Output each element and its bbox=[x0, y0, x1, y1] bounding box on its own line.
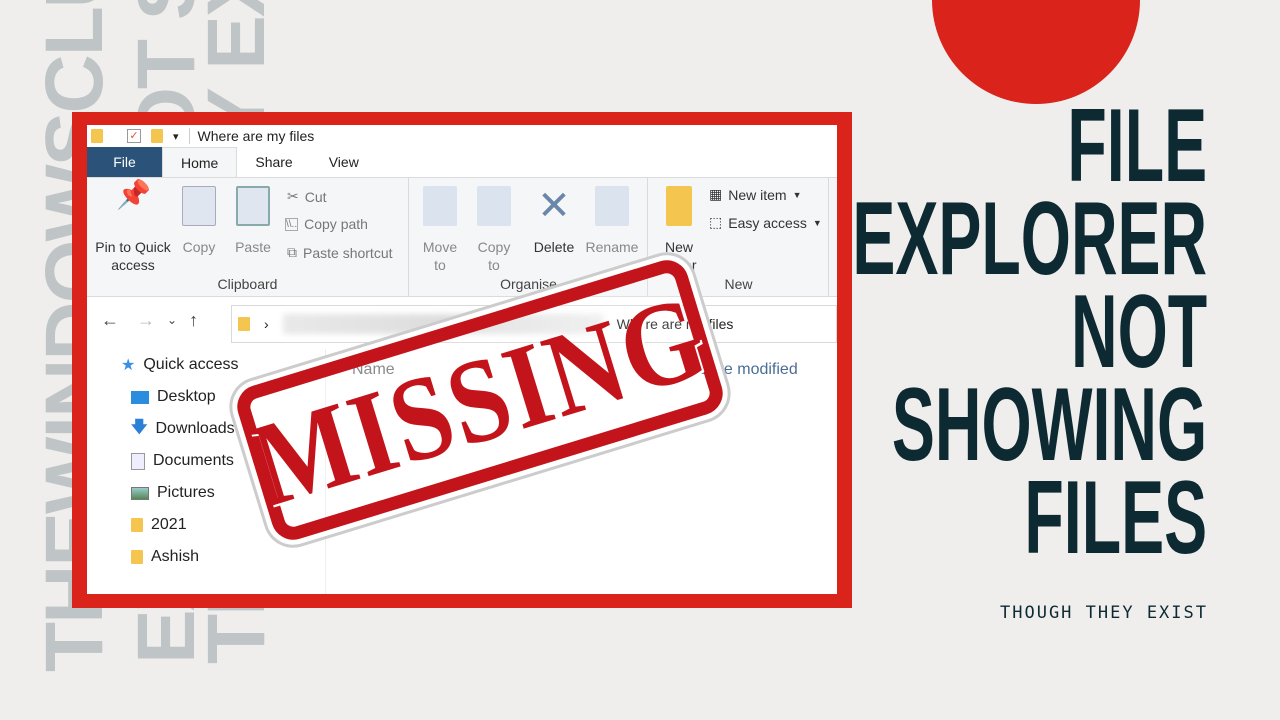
folder-icon bbox=[91, 129, 103, 143]
folder-icon bbox=[131, 550, 143, 564]
ribbon-tabs: File Home Share View bbox=[87, 147, 837, 177]
back-arrow-icon[interactable]: ← bbox=[101, 310, 119, 331]
rename-icon bbox=[595, 186, 629, 226]
window-title: Where are my files bbox=[188, 128, 314, 144]
copy-path-button[interactable]: \\.. Copy path bbox=[285, 216, 368, 232]
tab-home[interactable]: Home bbox=[162, 147, 238, 177]
headline-line: SHOWING bbox=[891, 367, 1207, 483]
desktop-icon bbox=[131, 390, 149, 404]
pin-icon: 📌 bbox=[116, 179, 151, 210]
paste-shortcut-icon: ⧉ bbox=[287, 244, 297, 260]
headline-line: FILE bbox=[1067, 88, 1207, 204]
copy-path-icon: \\.. bbox=[285, 217, 299, 231]
copy-icon bbox=[182, 186, 216, 226]
easy-access-button[interactable]: ⬚ Easy access ▼ bbox=[709, 214, 822, 231]
new-item-icon: ▦ bbox=[709, 186, 723, 202]
ribbon: 📌 Pin to Quick access Copy Paste ✂ Cut \\.… bbox=[87, 177, 837, 297]
cut-button[interactable]: ✂ Cut bbox=[287, 188, 327, 205]
delete-x-icon: ✕ bbox=[537, 184, 571, 228]
headline-line: FILES bbox=[1024, 460, 1207, 576]
quick-access-toolbar: ✓ ▾ Where are my files bbox=[87, 125, 837, 147]
copy-to-icon bbox=[477, 186, 511, 226]
properties-checkbox-icon[interactable]: ✓ bbox=[127, 129, 141, 143]
tab-view[interactable]: View bbox=[311, 147, 377, 177]
pin-to-quick-access-button[interactable]: 📌 Pin to Quick access bbox=[93, 179, 173, 274]
customize-dropdown-icon[interactable]: ▾ bbox=[173, 130, 179, 143]
documents-icon bbox=[131, 452, 145, 470]
new-item-button[interactable]: ▦ New item ▼ bbox=[709, 186, 802, 203]
headline-line: EXPLORER bbox=[852, 181, 1207, 297]
tab-share[interactable]: Share bbox=[237, 147, 310, 177]
sidebar-item-ashish[interactable]: Ashish bbox=[87, 541, 327, 573]
scissors-icon: ✂ bbox=[287, 188, 299, 204]
recent-locations-chevron-icon[interactable]: ⌄ bbox=[167, 313, 177, 327]
download-icon: 🡇 bbox=[131, 418, 148, 436]
copy-to-button[interactable]: Copy to bbox=[470, 186, 518, 274]
folder-icon bbox=[666, 186, 692, 226]
clipboard-group: 📌 Pin to Quick access Copy Paste ✂ Cut \\.… bbox=[87, 178, 409, 296]
folder-icon bbox=[238, 317, 250, 331]
easy-access-icon: ⬚ bbox=[709, 214, 723, 230]
move-to-button[interactable]: Move to bbox=[416, 186, 464, 274]
paste-icon bbox=[236, 186, 270, 226]
forward-arrow-icon[interactable]: → bbox=[137, 310, 155, 331]
rename-button[interactable]: Rename bbox=[582, 186, 642, 256]
tab-file[interactable]: File bbox=[87, 147, 162, 177]
paste-button[interactable]: Paste bbox=[233, 186, 273, 256]
new-folder-icon[interactable] bbox=[151, 129, 163, 143]
up-arrow-icon[interactable]: ↑ bbox=[189, 310, 198, 331]
subtitle: THOUGH THEY EXIST bbox=[1000, 603, 1208, 623]
headline-line: NOT bbox=[1070, 274, 1207, 390]
folder-icon bbox=[131, 518, 143, 532]
move-to-icon bbox=[423, 186, 457, 226]
breadcrumb-chevron-icon: › bbox=[264, 316, 269, 332]
delete-button[interactable]: ✕ Delete bbox=[530, 186, 578, 256]
group-label: Clipboard bbox=[217, 276, 278, 292]
star-icon: ★ bbox=[121, 357, 136, 374]
pictures-icon bbox=[131, 486, 149, 500]
copy-button[interactable]: Copy bbox=[179, 186, 219, 256]
paste-shortcut-button[interactable]: ⧉ Paste shortcut bbox=[287, 244, 393, 261]
